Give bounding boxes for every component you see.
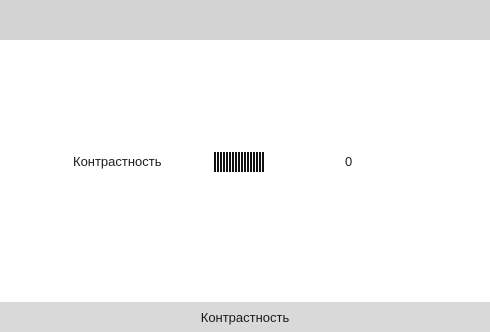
contrast-setting-row[interactable]: Контрастность 0 bbox=[7, 150, 483, 174]
level-meter-segment bbox=[235, 152, 237, 172]
level-meter-segment bbox=[229, 152, 231, 172]
top-bar bbox=[0, 0, 490, 40]
bottom-bar-title: Контрастность bbox=[200, 310, 290, 325]
level-meter-segment bbox=[253, 152, 255, 172]
level-meter-segment bbox=[232, 152, 234, 172]
level-meter-segment bbox=[220, 152, 222, 172]
contrast-level-meter[interactable] bbox=[214, 152, 266, 172]
level-meter-segment bbox=[223, 152, 225, 172]
osd-screen: Контрастность 0 Контрастность bbox=[0, 0, 490, 332]
level-meter-segment bbox=[259, 152, 261, 172]
level-meter-segment bbox=[250, 152, 252, 172]
level-meter-segment bbox=[241, 152, 243, 172]
bottom-status-bar: Контрастность bbox=[0, 302, 490, 332]
level-meter-segment bbox=[256, 152, 258, 172]
contrast-label: Контрастность bbox=[73, 154, 162, 169]
level-meter-segment bbox=[226, 152, 228, 172]
settings-panel: Контрастность 0 bbox=[7, 40, 483, 302]
level-meter-segment bbox=[217, 152, 219, 172]
level-meter-segment bbox=[262, 152, 264, 172]
level-meter-segment bbox=[214, 152, 216, 172]
level-meter-segment bbox=[247, 152, 249, 172]
contrast-value: 0 bbox=[345, 154, 353, 169]
level-meter-segment bbox=[238, 152, 240, 172]
level-meter-segment bbox=[244, 152, 246, 172]
